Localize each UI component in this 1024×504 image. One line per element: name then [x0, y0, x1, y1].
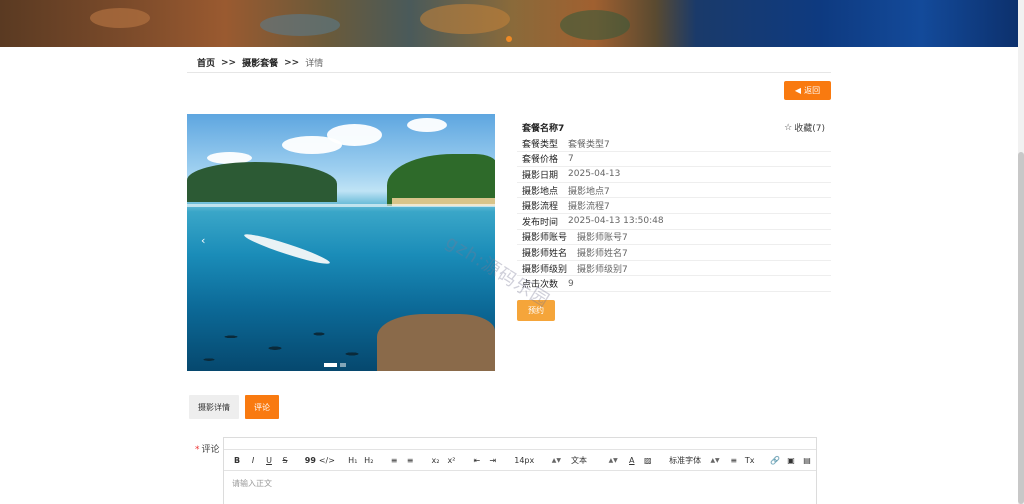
text-style-value: 文本 — [571, 455, 588, 465]
detail-tabs: 摄影详情 评论 — [189, 395, 279, 419]
chevron-updown-icon: ▲▼ — [710, 456, 720, 464]
image-icon[interactable]: ▣ — [784, 451, 798, 469]
font-family-select[interactable]: 标准字体 ▲▼ — [666, 451, 723, 469]
field-value: 摄影师账号7 — [577, 233, 628, 244]
field-row: 摄影师账号 摄影师账号7 — [517, 230, 831, 246]
breadcrumb: 首页 >> 摄影套餐 >> 详情 — [197, 56, 324, 70]
field-label: 发布时间 — [522, 217, 559, 228]
field-label: 套餐类型 — [522, 139, 559, 150]
font-family-value: 标准字体 — [669, 455, 702, 465]
rich-text-editor[interactable]: B I U S 99 </> H₁ H₂ ≡ ≡ x₂ x² ⇤ ⇥ 14px ▲… — [223, 437, 817, 504]
indent-icon[interactable]: ⇥ — [486, 451, 500, 469]
carousel-prev-icon[interactable]: ‹ — [201, 234, 205, 247]
field-value: 套餐类型7 — [568, 139, 610, 150]
field-row: 摄影地点 摄影地点7 — [517, 183, 831, 199]
star-outline-icon: ☆ — [784, 122, 793, 133]
field-value: 摄影地点7 — [568, 186, 610, 197]
breadcrumb-separator: >> — [221, 57, 237, 68]
breadcrumb-current: 详情 — [305, 59, 324, 69]
blockquote-button[interactable]: 99 — [303, 451, 317, 469]
chevron-updown-icon: ▲▼ — [551, 456, 562, 464]
superscript-button[interactable]: x² — [445, 451, 459, 469]
back-button-label: 返回 — [804, 86, 821, 95]
field-row: 点击次数 9 — [517, 276, 831, 292]
bold-button[interactable]: B — [230, 451, 244, 469]
carousel-indicator-active[interactable] — [324, 363, 337, 367]
field-label: 摄影日期 — [522, 170, 559, 181]
breadcrumb-separator: >> — [284, 57, 300, 68]
breadcrumb-section[interactable]: 摄影套餐 — [242, 56, 278, 69]
field-label: 摄影师级别 — [522, 264, 568, 275]
video-icon[interactable]: ▤ — [800, 451, 814, 469]
field-value: 摄影师姓名7 — [577, 248, 628, 259]
ordered-list-icon[interactable]: ≡ — [387, 451, 401, 469]
tab-comments[interactable]: 评论 — [245, 395, 279, 419]
tab-photo-details[interactable]: 摄影详情 — [189, 395, 239, 419]
background-color-icon[interactable]: ▨ — [641, 451, 655, 469]
bullet-list-icon[interactable]: ≡ — [403, 451, 417, 469]
text-style-select[interactable]: 文本 ▲▼ — [568, 451, 621, 469]
text-color-icon[interactable]: A — [625, 451, 639, 469]
package-info: 套餐名称7 ☆ 收藏(7) 套餐类型 套餐类型7 套餐价格 7 摄影日期 2025-0… — [517, 119, 831, 292]
field-label: 摄影地点 — [522, 186, 559, 197]
required-mark: * — [195, 445, 200, 455]
underline-button[interactable]: U — [262, 451, 276, 469]
field-row: 发布时间 2025-04-13 13:50:48 — [517, 214, 831, 230]
font-size-value: 14px — [514, 455, 535, 465]
banner-indicator-dot[interactable] — [506, 36, 512, 42]
comment-label-text: 评论 — [201, 445, 220, 455]
field-row: 摄影流程 摄影流程7 — [517, 198, 831, 214]
favorite-button[interactable]: ☆ 收藏(7) — [784, 121, 831, 135]
font-size-select[interactable]: 14px ▲▼ — [511, 451, 564, 469]
chevron-updown-icon: ▲▼ — [608, 456, 618, 464]
field-value: 2025-04-13 — [568, 169, 621, 180]
scrollbar-thumb[interactable] — [1018, 152, 1024, 504]
field-label: 摄影流程 — [522, 202, 559, 213]
field-label: 摄影师账号 — [522, 233, 568, 244]
heading2-button[interactable]: H₂ — [362, 451, 376, 469]
field-value: 摄影师级别7 — [577, 264, 628, 275]
field-label: 套餐价格 — [522, 155, 559, 166]
code-block-button[interactable]: </> — [319, 451, 335, 469]
editor-placeholder[interactable]: 请输入正文 — [232, 478, 272, 489]
favorite-label: 收藏(7) — [794, 124, 825, 134]
back-button[interactable]: ◀ 返回 — [784, 81, 831, 100]
outdent-icon[interactable]: ⇤ — [470, 451, 484, 469]
heading1-button[interactable]: H₁ — [346, 451, 360, 469]
package-name: 套餐名称7 — [522, 124, 565, 134]
field-row: 套餐类型 套餐类型7 — [517, 136, 831, 152]
field-row: 摄影师姓名 摄影师姓名7 — [517, 245, 831, 261]
subscript-button[interactable]: x₂ — [429, 451, 443, 469]
divider — [187, 72, 831, 73]
field-row: 摄影日期 2025-04-13 — [517, 167, 831, 183]
comment-field-label: * 评论 — [195, 442, 220, 455]
field-label: 摄影师姓名 — [522, 248, 568, 259]
editor-toolbar: B I U S 99 </> H₁ H₂ ≡ ≡ x₂ x² ⇤ ⇥ 14px ▲… — [224, 449, 816, 471]
link-icon[interactable]: 🔗 — [768, 451, 782, 469]
chevron-left-icon: ◀ — [794, 86, 802, 95]
breadcrumb-home[interactable]: 首页 — [197, 56, 215, 69]
diver-figure — [242, 230, 332, 268]
clear-format-icon[interactable]: Tx — [743, 451, 757, 469]
field-value: 摄影流程7 — [568, 202, 610, 213]
italic-button[interactable]: I — [246, 451, 260, 469]
field-value: 9 — [568, 278, 574, 289]
carousel-indicator[interactable] — [340, 363, 346, 367]
strike-button[interactable]: S — [278, 451, 292, 469]
field-value: 7 — [568, 153, 574, 164]
field-row: 套餐价格 7 — [517, 152, 831, 168]
page-scrollbar[interactable] — [1018, 0, 1024, 504]
field-value: 2025-04-13 13:50:48 — [568, 216, 664, 227]
top-banner — [0, 0, 1024, 47]
field-row: 摄影师级别 摄影师级别7 — [517, 261, 831, 277]
align-icon[interactable]: ≡ — [727, 451, 741, 469]
